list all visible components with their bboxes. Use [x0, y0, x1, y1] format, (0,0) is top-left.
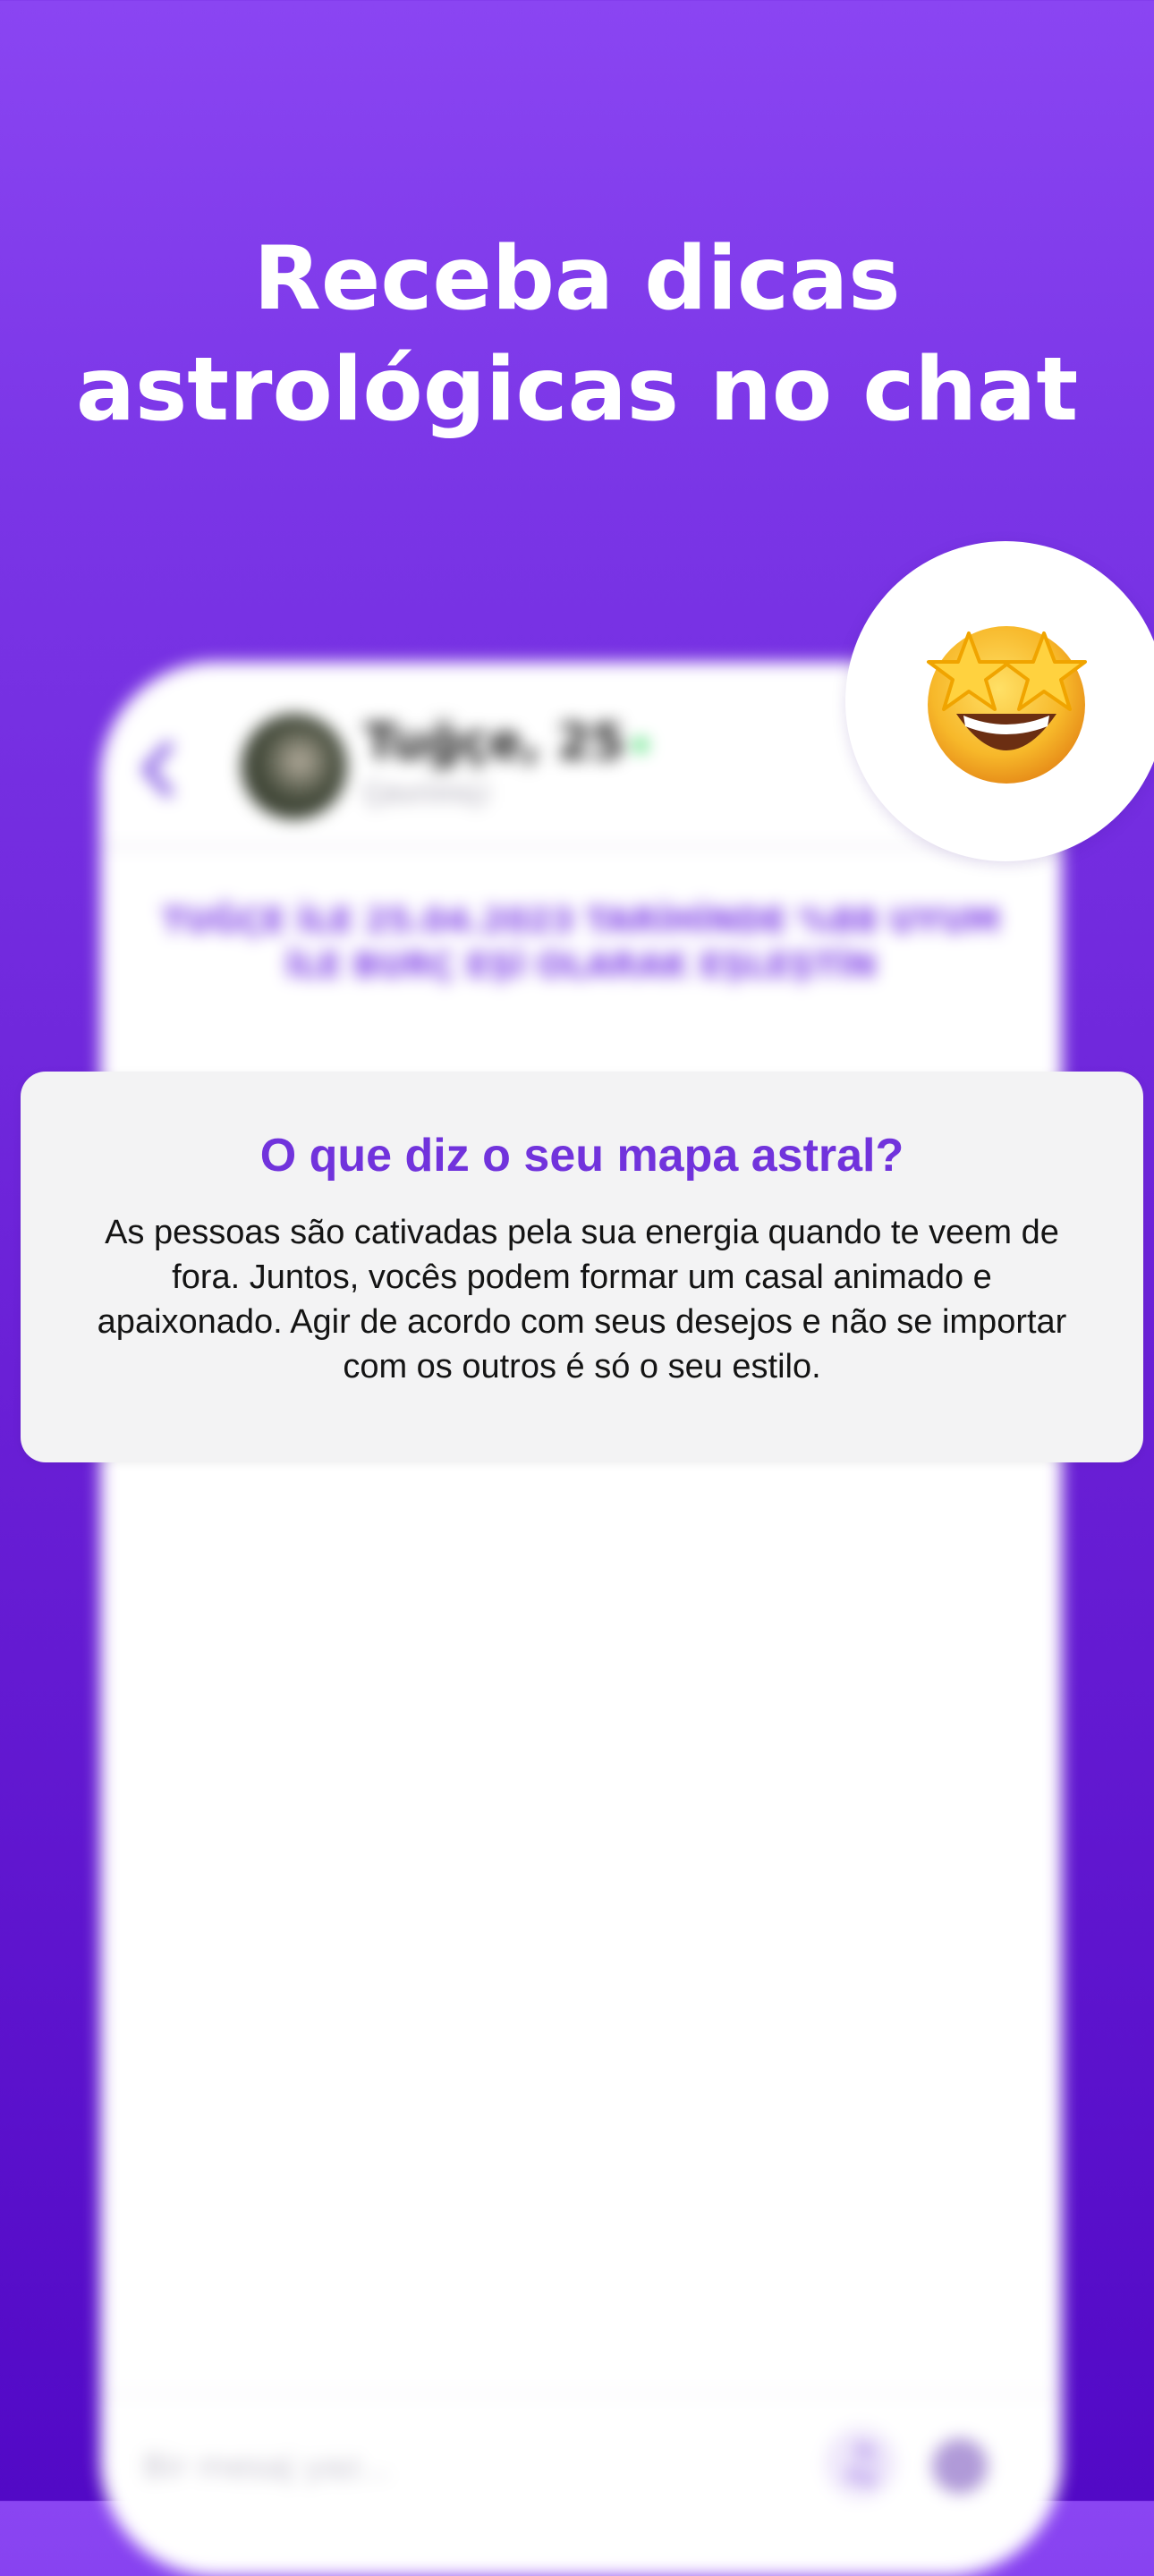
star-struck-emoji-icon [927, 626, 1087, 784]
astrology-info-card: O que diz o seu mapa astral? As pessoas … [21, 1072, 1143, 1462]
phone-mockup: Tuğçe, 25 Çevrimiçi TUĞÇE İLE 25.04.2023… [100, 662, 1062, 2576]
card-body: As pessoas são cativadas pela sua energi… [97, 1214, 1067, 1385]
chat-contact-name-text: Tuğçe, 25 [364, 714, 625, 770]
emoji-badge [845, 541, 1154, 861]
card-title: O que diz o seu mapa astral? [259, 1130, 904, 1182]
avatar [242, 714, 347, 819]
chat-contact-status: Çevrimiçi [364, 778, 490, 809]
back-arrow-icon [142, 741, 173, 797]
emoji-picker-icon[interactable] [932, 2438, 988, 2494]
match-notice: TUĞÇE İLE 25.04.2023 TARİHİNDE %88 UYUM … [162, 902, 1000, 985]
headline-line-2: astrológicas no chat [75, 339, 1079, 441]
headline-line-1: Receba dicas [253, 228, 901, 330]
music-icon[interactable]: ♫ [825, 2428, 896, 2499]
page-headline: Receba dicas astrológicas no chat [0, 224, 1154, 445]
chat-contact-name: Tuğçe, 25 [364, 714, 649, 770]
message-input-bar: Bir mesaj yaz... ♫ [100, 2393, 1062, 2576]
online-status-dot [633, 738, 649, 753]
message-input[interactable]: Bir mesaj yaz... [143, 2449, 391, 2486]
